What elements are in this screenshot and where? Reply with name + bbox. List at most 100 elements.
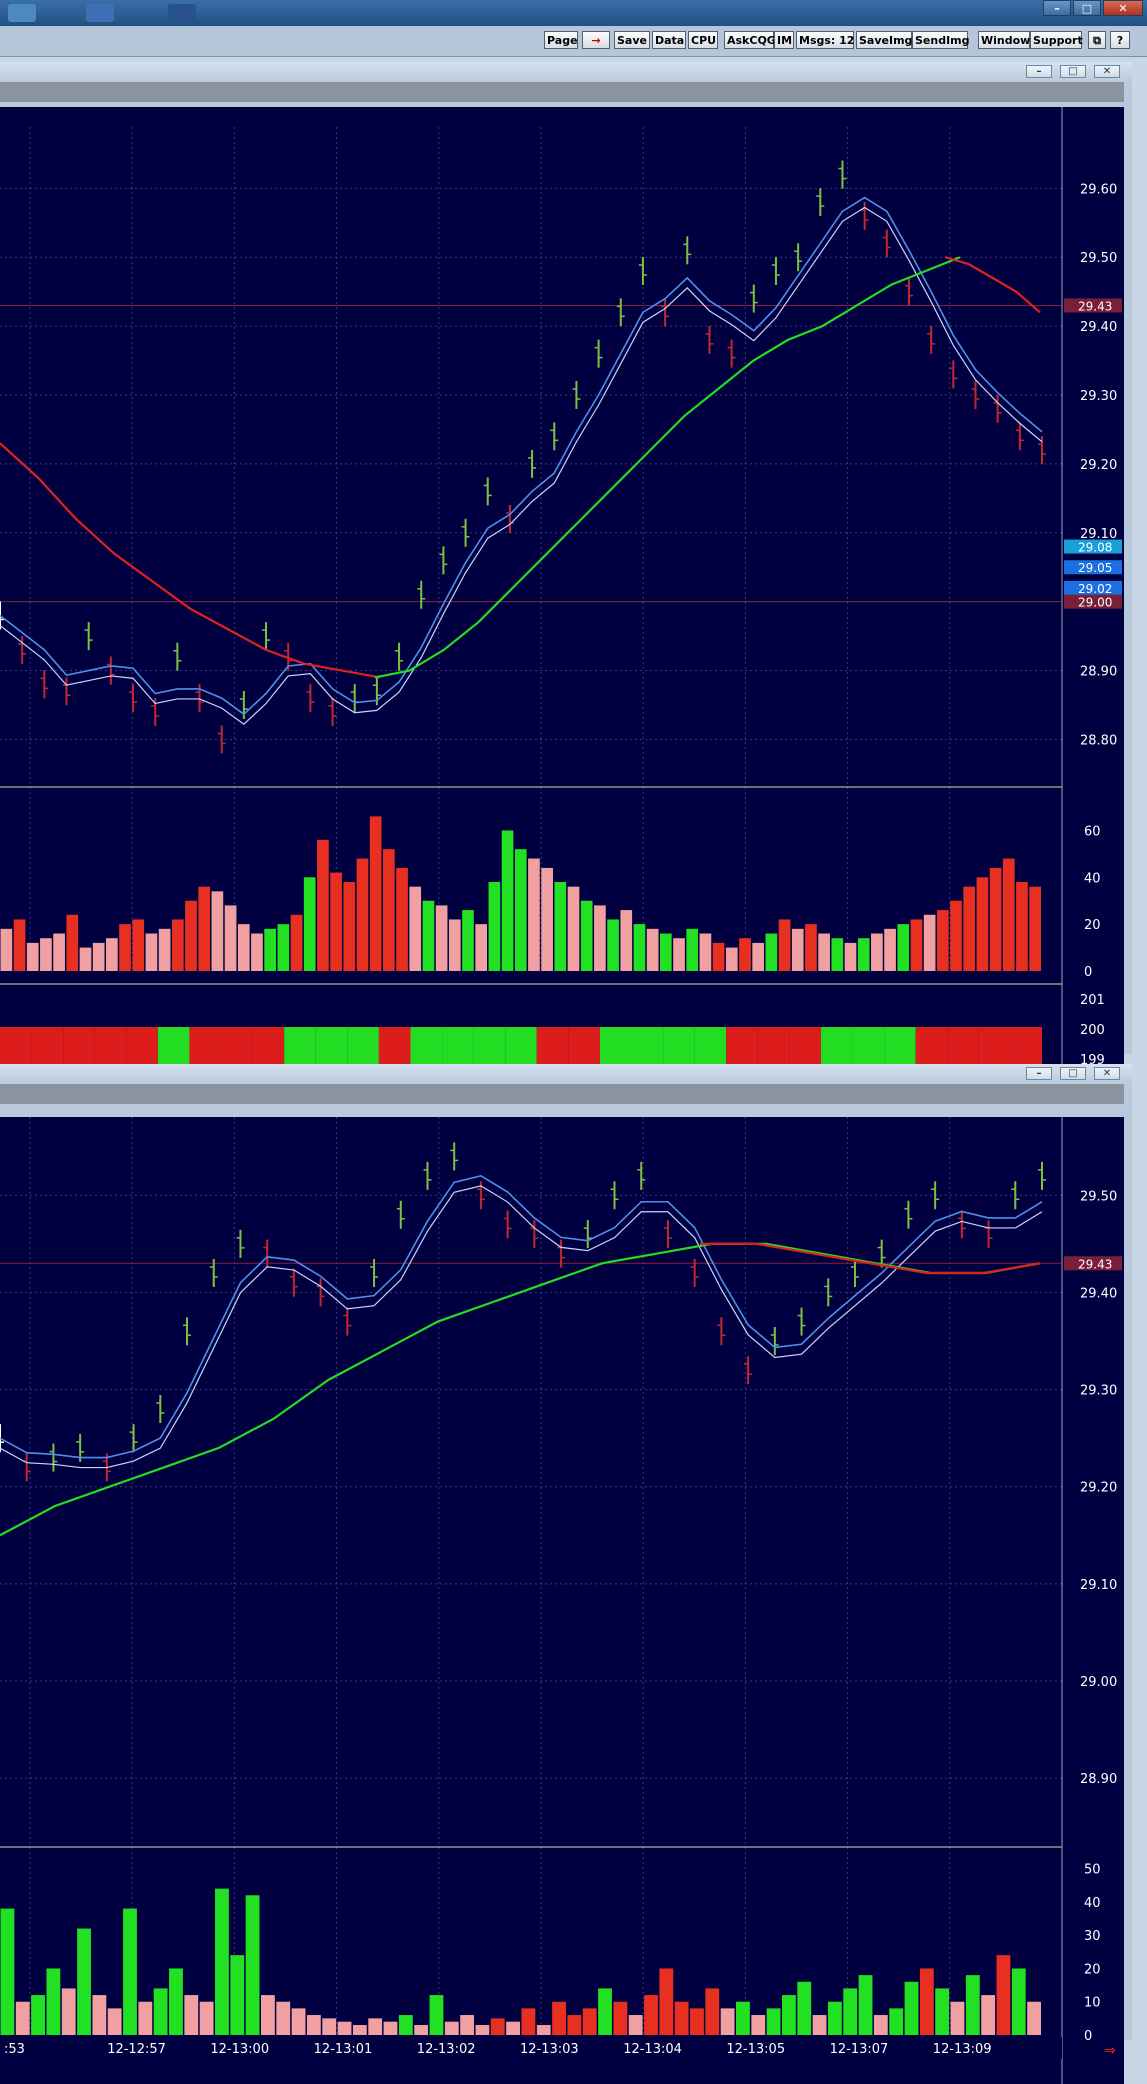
volume-bar bbox=[923, 914, 936, 971]
volume-bar bbox=[1002, 858, 1015, 971]
volume-bar bbox=[1016, 881, 1028, 971]
volume-bar bbox=[552, 2001, 566, 2035]
volume-bar bbox=[31, 1995, 45, 2035]
volume-bar bbox=[778, 919, 791, 971]
volume-bar bbox=[712, 942, 725, 971]
messages-button[interactable]: Msgs: 12 bbox=[796, 31, 854, 49]
volume-axis-label: 60 bbox=[1084, 824, 1101, 839]
volume-bar bbox=[435, 905, 448, 971]
volume-bar bbox=[369, 816, 382, 971]
volume-bar bbox=[871, 933, 883, 971]
volume-bar bbox=[633, 924, 646, 971]
chart-top[interactable]: 29.60 29.50 29.40 29.30 29.20 29.10 29.00 28.90… bbox=[0, 107, 1124, 1095]
volume-bar bbox=[843, 1988, 858, 2035]
restore-button[interactable]: ⧉ bbox=[1088, 31, 1106, 49]
chart-window-top: – □ ✕ 29.6029.5029.4029.3029.2029.1029.0… bbox=[0, 62, 1132, 1095]
volume-bar bbox=[976, 877, 989, 971]
volume-bar bbox=[303, 877, 316, 971]
data-button[interactable]: Data bbox=[652, 31, 686, 49]
price-axis-label: 29.00 bbox=[1080, 1675, 1117, 1690]
volume-bar bbox=[765, 933, 778, 971]
volume-bar bbox=[725, 947, 738, 971]
maximize-icon[interactable]: □ bbox=[1060, 65, 1086, 78]
time-axis-label: 12-13:01 bbox=[314, 2042, 373, 2057]
study-axis-label: 200 bbox=[1080, 1023, 1105, 1038]
minimize-icon[interactable]: – bbox=[1026, 65, 1052, 78]
volume-bar bbox=[554, 881, 567, 971]
volume-bar bbox=[26, 942, 39, 971]
volume-bar bbox=[171, 919, 184, 971]
volume-axis-label: 50 bbox=[1084, 1863, 1101, 1878]
price-axis-label: 29.10 bbox=[1080, 1578, 1117, 1593]
volume-bar bbox=[536, 2025, 551, 2035]
volume-bar bbox=[106, 938, 118, 971]
chart-header-bar bbox=[0, 82, 1124, 102]
close-icon[interactable]: ✕ bbox=[1094, 65, 1120, 78]
volume-bar bbox=[950, 2001, 965, 2035]
volume-bar bbox=[13, 919, 26, 971]
askcqg-button[interactable]: AskCQG bbox=[724, 31, 776, 49]
volume-bar bbox=[383, 849, 395, 971]
volume-bar bbox=[897, 924, 910, 971]
volume-bar bbox=[521, 2008, 536, 2035]
app-icon-3[interactable] bbox=[168, 4, 196, 22]
im-button[interactable]: IM bbox=[774, 31, 794, 49]
volume-bar bbox=[910, 919, 923, 971]
time-axis-label: 12-13:03 bbox=[520, 2042, 579, 2057]
volume-bar bbox=[306, 2015, 321, 2035]
volume-bar bbox=[805, 924, 817, 971]
volume-bar bbox=[628, 2015, 643, 2035]
chart-header-bar bbox=[0, 1084, 1124, 1104]
arrow-button[interactable]: → bbox=[582, 31, 610, 49]
volume-bar bbox=[92, 942, 105, 971]
page-button[interactable]: Page bbox=[544, 31, 578, 49]
time-axis-label: 12-12:57 bbox=[107, 2042, 166, 2057]
time-axis-label: 12-13:09 bbox=[933, 2042, 992, 2057]
volume-bar bbox=[935, 1988, 950, 2035]
volume-bar bbox=[686, 928, 699, 971]
volume-bar bbox=[791, 928, 804, 971]
support-button[interactable]: Support bbox=[1030, 31, 1083, 49]
volume-bar bbox=[40, 938, 52, 971]
close-icon[interactable]: ✕ bbox=[1094, 1067, 1120, 1080]
app-icon-1[interactable] bbox=[8, 4, 36, 22]
volume-bar bbox=[950, 900, 962, 971]
help-button[interactable]: ? bbox=[1110, 31, 1130, 49]
cpu-button[interactable]: CPU bbox=[688, 31, 718, 49]
volume-bar bbox=[827, 2001, 842, 2035]
minimize-button[interactable]: – bbox=[1043, 0, 1071, 16]
volume-axis-label: 40 bbox=[1084, 871, 1101, 886]
volume-bar bbox=[356, 858, 369, 971]
volume-bar bbox=[237, 924, 250, 971]
save-button[interactable]: Save bbox=[614, 31, 650, 49]
close-button[interactable]: ✕ bbox=[1103, 0, 1143, 16]
chart-bottom[interactable]: 29.50 29.40 29.30 29.20 29.10 29.00 28.90 29.43… bbox=[0, 1117, 1124, 2084]
volume-bar bbox=[352, 2025, 367, 2035]
volume-bar bbox=[0, 1908, 15, 2035]
app-icon-2[interactable] bbox=[86, 4, 114, 22]
price-axis-label: 28.90 bbox=[1080, 1772, 1117, 1787]
price-tag-label: 29.08 bbox=[1078, 541, 1112, 555]
volume-bar bbox=[812, 2015, 827, 2035]
volume-bar bbox=[831, 938, 844, 971]
window-button[interactable]: Window bbox=[978, 31, 1030, 49]
volume-bar bbox=[132, 919, 145, 971]
taskbar: – □ ✕ bbox=[0, 0, 1147, 26]
volume-bar bbox=[368, 2018, 383, 2035]
volume-axis-label: 40 bbox=[1084, 1896, 1101, 1911]
sendimg-button[interactable]: SendImg bbox=[912, 31, 970, 49]
minimize-icon[interactable]: – bbox=[1026, 1067, 1052, 1080]
volume-bar bbox=[613, 2001, 628, 2035]
price-axis-label: 29.20 bbox=[1080, 1481, 1117, 1496]
volume-bar bbox=[582, 2008, 597, 2035]
saveimg-button[interactable]: SaveImg bbox=[856, 31, 912, 49]
volume-bar bbox=[818, 933, 830, 971]
volume-bar bbox=[889, 2008, 904, 2035]
maximize-button[interactable]: □ bbox=[1073, 0, 1101, 16]
volume-bar bbox=[644, 1995, 658, 2035]
price-axis-label: 28.90 bbox=[1080, 665, 1117, 680]
volume-bar bbox=[963, 886, 976, 971]
volume-bar bbox=[119, 924, 131, 971]
volume-bar bbox=[766, 2008, 781, 2035]
maximize-icon[interactable]: □ bbox=[1060, 1067, 1086, 1080]
